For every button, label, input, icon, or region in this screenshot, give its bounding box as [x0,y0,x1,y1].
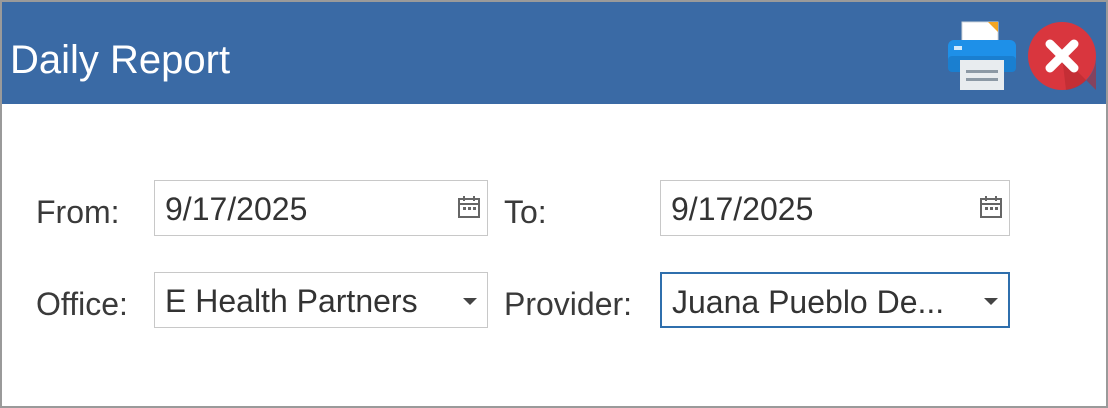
from-date-value: 9/17/2025 [165,191,308,227]
close-icon [1028,22,1096,90]
from-date-input[interactable]: 9/17/2025 [154,180,488,236]
printer-icon [948,21,1016,90]
to-date-input[interactable]: 9/17/2025 [660,180,1010,236]
window-title: Daily Report [10,38,231,82]
title-bar: Daily Report [2,2,1106,104]
office-select[interactable]: E Health Partners [154,272,488,328]
daily-report-window: Daily Report From: 9/17/2025 To: 9/17/20… [0,0,1108,408]
from-label: From: [36,194,120,230]
print-button[interactable] [944,18,1020,94]
calendar-icon[interactable] [979,195,1003,219]
to-date-value: 9/17/2025 [671,191,814,227]
chevron-down-icon[interactable] [984,298,998,305]
office-label: Office: [36,286,128,322]
to-label: To: [504,194,547,230]
calendar-icon[interactable] [457,195,481,219]
chevron-down-icon[interactable] [463,298,477,305]
office-selected-value: E Health Partners [165,283,418,319]
provider-label: Provider: [504,286,633,322]
provider-select[interactable]: Juana Pueblo De... [660,272,1010,328]
close-button[interactable] [1026,20,1098,92]
provider-selected-value: Juana Pueblo De... [672,284,945,320]
